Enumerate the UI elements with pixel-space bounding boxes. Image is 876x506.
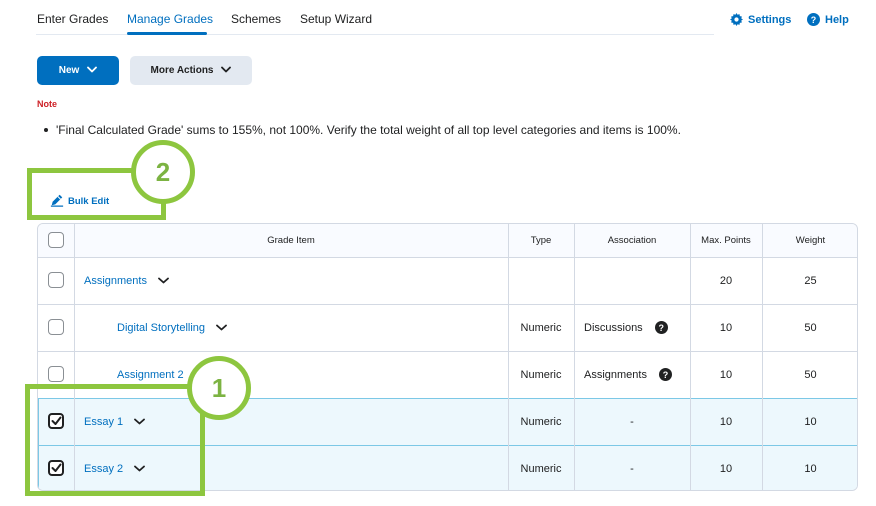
settings-label: Settings — [748, 13, 792, 26]
association-label: Discussions — [584, 321, 643, 334]
tab-schemes[interactable]: Schemes — [231, 12, 281, 26]
note-text: 'Final Calculated Grade' sums to 155%, n… — [56, 123, 681, 137]
max-points-cell: 10 — [719, 321, 733, 334]
callout-highlight-selected-rows — [25, 384, 205, 496]
svg-text:?: ? — [811, 15, 816, 25]
help-label: Help — [825, 13, 849, 26]
top-navigation: Enter Grades Manage Grades Schemes Setup… — [0, 0, 876, 40]
weight-cell: 50 — [804, 321, 817, 334]
note-item: 'Final Calculated Grade' sums to 155%, n… — [44, 123, 681, 137]
weight-cell: 10 — [804, 462, 817, 475]
max-points-cell: 10 — [719, 368, 733, 381]
association-label: Assignments — [584, 368, 647, 381]
weight-cell: 50 — [804, 368, 817, 381]
type-cell — [508, 257, 574, 304]
column-header-max-points[interactable]: Max. Points — [690, 224, 762, 257]
tab-manage-grades[interactable]: Manage Grades — [127, 12, 213, 26]
column-header-association[interactable]: Association — [574, 224, 690, 257]
weight-cell: 25 — [804, 274, 817, 287]
row-checkbox[interactable] — [48, 319, 64, 335]
new-button-label: New — [58, 65, 80, 76]
association-cell: - — [630, 415, 634, 428]
callout-number-2: 2 — [131, 140, 195, 204]
column-header-weight[interactable]: Weight — [762, 224, 857, 257]
note-heading: Note — [37, 99, 57, 109]
column-header-grade-item[interactable]: Grade Item — [74, 224, 508, 257]
new-button[interactable]: New — [37, 56, 119, 85]
max-points-cell: 10 — [719, 415, 733, 428]
help-circle-icon: ? — [807, 13, 820, 26]
max-points-cell: 20 — [719, 274, 733, 287]
gear-icon — [730, 13, 743, 26]
grade-item-link[interactable]: Assignments — [84, 275, 147, 287]
settings-link[interactable]: Settings — [730, 13, 791, 26]
type-cell: Numeric — [520, 321, 562, 334]
association-cell: - — [630, 462, 634, 475]
callout-number-1: 1 — [187, 356, 251, 420]
grade-item-cell: Digital Storytelling — [117, 304, 227, 351]
type-cell: Numeric — [520, 462, 562, 475]
association-cell: Assignments ? — [584, 351, 672, 398]
active-tab-indicator — [127, 32, 207, 35]
chevron-down-icon — [87, 65, 98, 76]
grade-item-link[interactable]: Digital Storytelling — [117, 322, 205, 334]
bullet-icon — [44, 127, 48, 132]
type-cell: Numeric — [520, 415, 562, 428]
row-checkbox[interactable] — [48, 366, 64, 382]
chevron-down-icon[interactable] — [158, 277, 169, 284]
type-cell: Numeric — [520, 368, 562, 381]
column-header-type[interactable]: Type — [508, 224, 574, 257]
grade-item-link[interactable]: Assignment 2 — [117, 369, 184, 381]
select-all-checkbox[interactable] — [48, 232, 64, 248]
help-circle-icon[interactable]: ? — [658, 368, 672, 381]
chevron-down-icon — [221, 65, 232, 76]
association-cell: Discussions ? — [584, 304, 668, 351]
more-actions-button[interactable]: More Actions — [130, 56, 252, 85]
chevron-down-icon[interactable] — [216, 324, 227, 331]
help-circle-icon[interactable]: ? — [654, 321, 668, 334]
max-points-cell: 10 — [719, 462, 733, 475]
more-actions-label: More Actions — [150, 65, 214, 76]
grade-item-cell: Assignments — [84, 257, 169, 304]
tab-setup-wizard[interactable]: Setup Wizard — [300, 12, 372, 26]
weight-cell: 10 — [804, 415, 817, 428]
help-link[interactable]: ? Help — [807, 13, 849, 26]
row-checkbox[interactable] — [48, 272, 64, 288]
tab-enter-grades[interactable]: Enter Grades — [37, 12, 108, 26]
